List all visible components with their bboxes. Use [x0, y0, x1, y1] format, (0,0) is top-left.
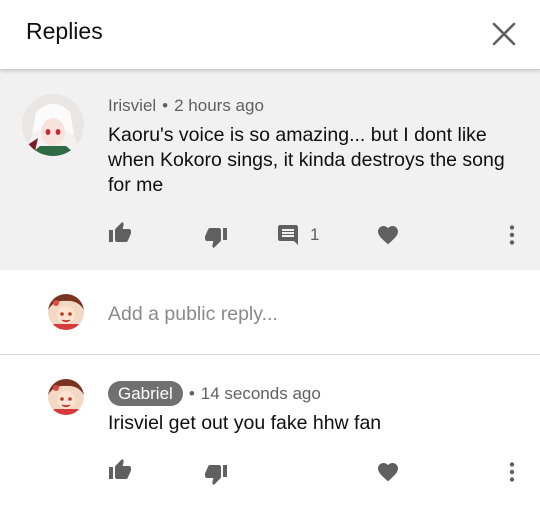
heart-icon	[378, 463, 398, 482]
replies-header: Replies	[0, 0, 540, 70]
comment-text: Irisviel get out you fake hhw fan	[108, 412, 382, 434]
reply-icon	[278, 225, 298, 245]
meta-separator: •	[162, 96, 169, 115]
dislike-icon	[205, 228, 227, 248]
more-options-button[interactable]	[500, 223, 524, 247]
author-name[interactable]: Irisviel	[108, 96, 156, 115]
reply-button[interactable]: 1	[276, 223, 319, 247]
close-button[interactable]	[486, 16, 522, 52]
dislike-icon	[205, 465, 227, 485]
heart-button[interactable]	[376, 223, 400, 247]
reply-comment: Gabriel • 14 seconds ago Irisviel get out …	[0, 355, 540, 510]
avatar-image	[22, 94, 84, 156]
avatar[interactable]	[48, 379, 84, 415]
parent-comment: Irisviel • 2 hours ago Kaoru's voice is so…	[0, 70, 540, 270]
heart-icon	[378, 226, 398, 245]
reply-input[interactable]	[108, 300, 508, 328]
more-vert-icon	[509, 225, 515, 245]
reply-count: 1	[310, 225, 320, 244]
like-icon	[109, 459, 131, 479]
like-icon	[109, 222, 131, 242]
author-name-badge[interactable]: Gabriel	[108, 381, 183, 406]
add-reply-row	[0, 270, 540, 354]
comment-meta: Irisviel • 2 hours ago	[108, 96, 264, 116]
heart-button[interactable]	[376, 460, 400, 484]
dislike-button[interactable]	[204, 462, 228, 486]
like-button[interactable]	[108, 221, 132, 245]
avatar-image	[48, 294, 84, 330]
like-button[interactable]	[108, 458, 132, 482]
dislike-button[interactable]	[204, 225, 228, 249]
page-title: Replies	[26, 18, 103, 44]
more-vert-icon	[509, 462, 515, 482]
meta-separator: •	[188, 383, 195, 403]
avatar-image	[48, 379, 84, 415]
more-options-button[interactable]	[500, 460, 524, 484]
avatar[interactable]	[48, 294, 84, 330]
timestamp[interactable]: 14 seconds ago	[201, 384, 321, 404]
comment-meta: Gabriel • 14 seconds ago	[108, 381, 321, 406]
avatar[interactable]	[22, 94, 84, 156]
close-icon	[492, 22, 516, 46]
comment-text: Kaoru's voice is so amazing... but I don…	[108, 124, 505, 196]
timestamp[interactable]: 2 hours ago	[174, 96, 264, 115]
